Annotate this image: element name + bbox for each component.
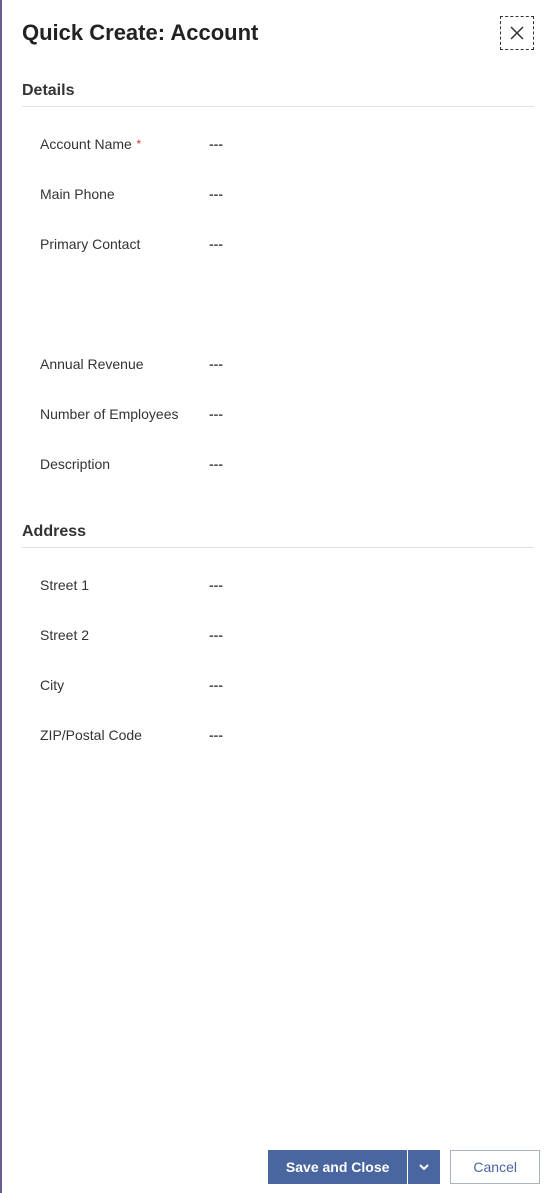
close-button[interactable] — [500, 16, 534, 50]
field-main-phone: Main Phone --- — [22, 169, 534, 219]
panel-title: Quick Create: Account — [22, 20, 258, 46]
cancel-button[interactable]: Cancel — [450, 1150, 540, 1184]
required-indicator-icon: * — [136, 137, 141, 151]
street2-input[interactable]: --- — [205, 627, 534, 643]
section-title-details: Details — [22, 82, 534, 100]
annual-revenue-input[interactable]: --- — [205, 356, 534, 372]
field-description: Description --- — [22, 439, 534, 489]
label-text: Account Name — [40, 136, 132, 152]
field-label: ZIP/Postal Code — [40, 727, 205, 743]
chevron-down-icon — [418, 1161, 430, 1173]
label-text: Number of Employees — [40, 406, 179, 422]
city-input[interactable]: --- — [205, 677, 534, 693]
panel-footer: Save and Close Cancel — [2, 1141, 554, 1193]
label-text: Street 2 — [40, 627, 89, 643]
section-title-address: Address — [22, 523, 534, 541]
field-street2: Street 2 --- — [22, 610, 534, 660]
num-employees-input[interactable]: --- — [205, 406, 534, 422]
section-gap — [22, 489, 534, 519]
account-name-input[interactable]: --- — [205, 136, 534, 152]
section-divider — [22, 547, 534, 548]
field-label: Primary Contact — [40, 236, 205, 252]
field-annual-revenue: Annual Revenue --- — [22, 339, 534, 389]
save-button-group: Save and Close — [268, 1150, 441, 1184]
field-label: City — [40, 677, 205, 693]
form-content: Details Account Name * --- Main Phone --… — [2, 58, 554, 1141]
field-num-employees: Number of Employees --- — [22, 389, 534, 439]
description-input[interactable]: --- — [205, 456, 534, 472]
label-text: Annual Revenue — [40, 356, 144, 372]
field-label: Description — [40, 456, 205, 472]
label-text: Street 1 — [40, 577, 89, 593]
field-gap — [22, 269, 534, 339]
label-text: Main Phone — [40, 186, 115, 202]
field-street1: Street 1 --- — [22, 560, 534, 610]
label-text: Description — [40, 456, 110, 472]
field-primary-contact: Primary Contact --- — [22, 219, 534, 269]
field-label: Account Name * — [40, 136, 205, 152]
field-city: City --- — [22, 660, 534, 710]
save-and-close-button[interactable]: Save and Close — [268, 1150, 408, 1184]
field-label: Annual Revenue — [40, 356, 205, 372]
section-divider — [22, 106, 534, 107]
label-text: Primary Contact — [40, 236, 140, 252]
panel-header: Quick Create: Account — [2, 0, 554, 58]
primary-contact-input[interactable]: --- — [205, 236, 534, 252]
zip-input[interactable]: --- — [205, 727, 534, 743]
field-zip: ZIP/Postal Code --- — [22, 710, 534, 760]
label-text: ZIP/Postal Code — [40, 727, 142, 743]
field-label: Street 2 — [40, 627, 205, 643]
button-divider — [407, 1150, 408, 1184]
main-phone-input[interactable]: --- — [205, 186, 534, 202]
label-text: City — [40, 677, 64, 693]
field-label: Main Phone — [40, 186, 205, 202]
close-icon — [510, 26, 524, 40]
save-dropdown-button[interactable] — [408, 1150, 440, 1184]
street1-input[interactable]: --- — [205, 577, 534, 593]
field-account-name: Account Name * --- — [22, 119, 534, 169]
field-label: Street 1 — [40, 577, 205, 593]
field-label: Number of Employees — [40, 406, 205, 422]
